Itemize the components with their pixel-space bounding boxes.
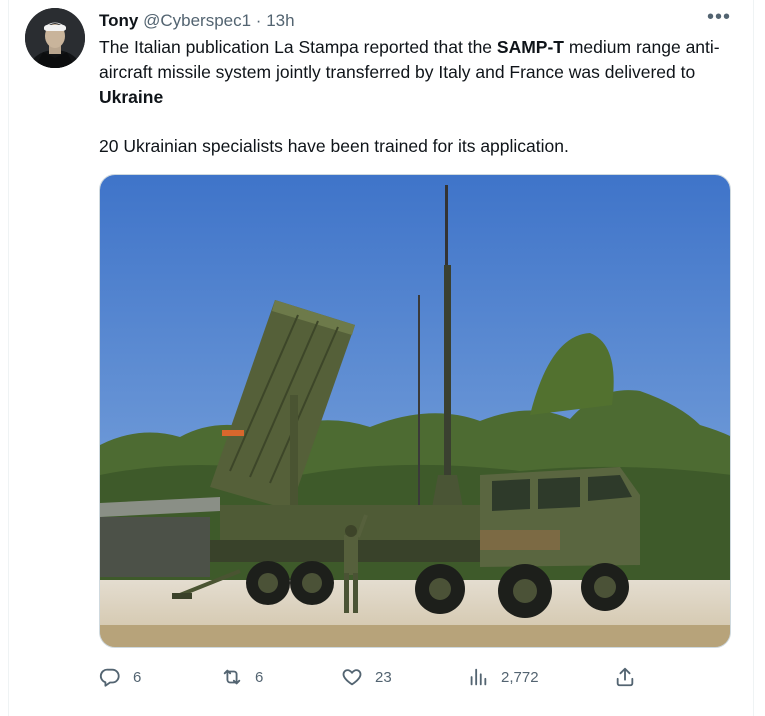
retweet-button[interactable]: 6: [221, 662, 263, 692]
timestamp[interactable]: 13h: [266, 11, 294, 30]
share-button[interactable]: [614, 662, 636, 692]
views-chart-icon: [470, 668, 487, 686]
missile-launcher-photo: [100, 175, 730, 647]
tweet-actions: 6 6 23 2,772: [99, 662, 639, 692]
views-count: 2,772: [501, 668, 539, 686]
author-handle[interactable]: @Cyberspec1: [143, 11, 251, 30]
reply-button[interactable]: 6: [99, 662, 141, 692]
tweet-header: Tony @Cyberspec1 · 13h: [99, 10, 295, 32]
like-count: 23: [375, 668, 392, 686]
more-horizontal-icon: •••: [706, 6, 731, 28]
avatar-image: [25, 8, 85, 68]
reply-icon: [99, 668, 120, 687]
share-icon: [616, 667, 634, 687]
retweet-icon: [223, 669, 241, 685]
tweet-text-part1: The Italian publication La Stampa report…: [99, 37, 497, 57]
avatar[interactable]: [25, 8, 85, 68]
tweet-text-bold2: Ukraine: [99, 87, 164, 107]
author-name[interactable]: Tony: [99, 11, 138, 30]
views-button[interactable]: 2,772: [467, 662, 539, 692]
tweet-card[interactable]: Tony @Cyberspec1 · 13h ••• The Italian p…: [8, 0, 754, 716]
tweet-text-bold1: SAMP-T: [496, 37, 564, 57]
tweet-text-paragraph2: 20 Ukrainian specialists have been train…: [99, 136, 569, 156]
tweet-text: The Italian publication La Stampa report…: [99, 35, 739, 110]
separator: ·: [255, 11, 262, 30]
more-options-button[interactable]: •••: [707, 6, 731, 29]
retweet-count: 6: [255, 668, 264, 686]
like-button[interactable]: 23: [341, 662, 392, 692]
tweet-media-photo[interactable]: [99, 174, 731, 648]
heart-icon: [342, 669, 362, 686]
reply-count: 6: [133, 668, 142, 686]
